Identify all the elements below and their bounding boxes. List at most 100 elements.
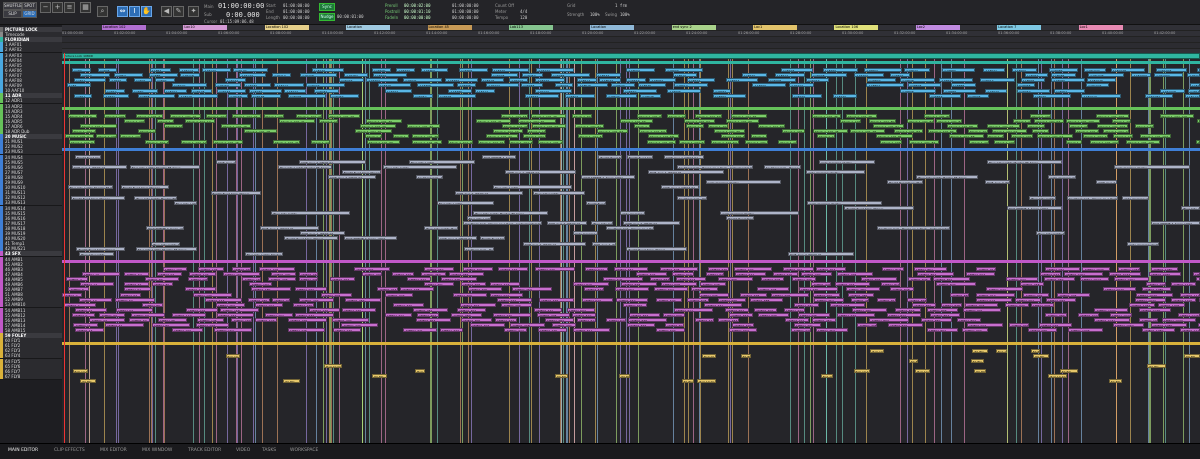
- audio-clip[interactable]: Stack 1_A01_41: [478, 140, 506, 144]
- audio-clip[interactable]: Stack 1_A01_8: [145, 140, 169, 144]
- audio-clip[interactable]: AMB01-13: [75, 328, 104, 332]
- audio-clip[interactable]: AMB01-977: [1040, 272, 1061, 276]
- audio-clip[interactable]: AMB01-867: [930, 313, 960, 317]
- audio-clip[interactable]: Bright Eyed Slow (Piano): [626, 247, 687, 251]
- audio-clip[interactable]: AMB01-865: [927, 308, 957, 312]
- audio-clip[interactable]: AMB01-1051: [1114, 277, 1149, 281]
- audio-clip[interactable]: AMB01-587: [650, 277, 670, 281]
- audio-clip[interactable]: AAF842: [904, 68, 930, 72]
- audio-clip[interactable]: FX BD: [1184, 354, 1200, 358]
- audio-clip[interactable]: AMB01-1115: [1178, 313, 1200, 317]
- audio-clip[interactable]: AMB01-1089: [1151, 267, 1177, 271]
- nudge-button[interactable]: Nudge: [319, 13, 335, 21]
- audio-clip[interactable]: AMB01-995: [1057, 293, 1090, 297]
- audio-clip[interactable]: AAF1024: [1086, 83, 1109, 87]
- audio-clip[interactable]: AAF9: [72, 68, 91, 72]
- audio-clip[interactable]: FX BD: [1060, 369, 1078, 373]
- audio-clip[interactable]: Stack 1_A01_29: [360, 124, 396, 128]
- audio-clip[interactable]: AAF350: [413, 94, 433, 98]
- audio-clip[interactable]: AAF424: [486, 83, 518, 87]
- audio-clip[interactable]: AMB01-353: [416, 318, 451, 322]
- audio-clip[interactable]: AMB01-37: [99, 313, 124, 317]
- audio-clip[interactable]: AMB01-519: [582, 298, 613, 302]
- audio-clip[interactable]: AMB01-122: [185, 287, 216, 291]
- audio-clip[interactable]: AMB01-399: [461, 318, 492, 322]
- audio-clip[interactable]: AAF905: [967, 94, 989, 98]
- audio-clip[interactable]: Stack 1_A01_62: [684, 119, 715, 123]
- audio-clip[interactable]: Stack 1_A01_92: [987, 124, 1020, 128]
- audio-clip[interactable]: Blue City Lights Murder 85 Spice: [424, 226, 458, 230]
- audio-clip[interactable]: AMB01-851: [914, 267, 947, 271]
- audio-clip[interactable]: Stack 1_A01_97: [1037, 134, 1073, 138]
- audio-clip[interactable]: Stack 1_A01_10: [164, 124, 183, 128]
- audio-clip[interactable]: AMB01-377: [440, 328, 463, 332]
- audio-clip[interactable]: Blue City Lights: [79, 252, 114, 256]
- audio-clip[interactable]: AMB01-565: [628, 318, 667, 322]
- audio-clip[interactable]: AMB01-225: [288, 328, 326, 332]
- audio-clip[interactable]: AMB01-1086: [1149, 272, 1181, 276]
- audio-clip[interactable]: FX BD: [971, 359, 984, 363]
- audio-clip[interactable]: AAF71: [134, 78, 152, 82]
- audio-clip[interactable]: AMB01-300: [362, 272, 381, 276]
- audio-clip[interactable]: AMB01-338: [400, 287, 434, 291]
- audio-clip[interactable]: AAF11: [74, 78, 107, 82]
- audio-clip[interactable]: AMB01-901: [963, 308, 1001, 312]
- audio-clip[interactable]: Stack 1_A01_86: [924, 114, 949, 118]
- audio-clip[interactable]: AAF578: [640, 94, 661, 98]
- audio-clip[interactable]: Stack 1_A01_84: [909, 140, 938, 144]
- audio-clip[interactable]: AAF770: [833, 94, 857, 98]
- tab-tasks[interactable]: TASKS: [262, 448, 276, 453]
- audio-clip[interactable]: AMB01-958: [1020, 282, 1043, 286]
- audio-clip[interactable]: AAF109: [172, 83, 208, 87]
- audio-clip[interactable]: Stack 1_A01_26: [328, 114, 360, 118]
- tempo-label[interactable]: Tempo: [495, 15, 508, 20]
- audio-clip[interactable]: AMB01-394: [457, 308, 486, 312]
- audio-clip[interactable]: Stack 1_A01_62: [686, 124, 704, 128]
- audio-clip[interactable]: AMB01-126: [188, 277, 207, 281]
- audio-clip[interactable]: Stack 1_A01_63: [695, 114, 722, 118]
- audio-clip[interactable]: Stack 1_A01_88: [947, 124, 978, 128]
- audio-clip[interactable]: AMB01-246: [309, 308, 340, 312]
- audio-clip[interactable]: Stack 1_A01_102: [1083, 134, 1108, 138]
- audio-clip[interactable]: AMB01-594: [656, 298, 682, 302]
- audio-clip[interactable]: AMB01-561: [623, 303, 646, 307]
- nudge-value[interactable]: 00:00:01:00: [337, 14, 364, 19]
- audio-clip[interactable]: AAF386: [448, 89, 471, 93]
- audio-clip[interactable]: AMB01-323: [385, 293, 413, 297]
- audio-clip[interactable]: AMB01-750: [812, 318, 835, 322]
- audio-clip[interactable]: AAF954: [1017, 89, 1050, 93]
- audio-clip[interactable]: AAF603: [665, 68, 703, 72]
- audio-clip[interactable]: AMB01-544: [606, 318, 625, 322]
- zoom-in-icon[interactable]: +: [52, 2, 63, 13]
- audio-clip[interactable]: Blue City Lights Murder 85 Spice: [136, 247, 198, 251]
- audio-clip[interactable]: AMB01-1056: [1118, 267, 1140, 271]
- audio-clip[interactable]: AMB01-378: [441, 277, 477, 281]
- audio-clip[interactable]: Stack 1_A01_9: [157, 119, 173, 123]
- location-marker[interactable]: Location 102: [265, 25, 309, 30]
- audio-clip[interactable]: AMB01-795: [857, 323, 877, 327]
- audio-clip[interactable]: AMB01-2: [64, 303, 96, 307]
- audio-clip[interactable]: DGP THEME 4_Swan_V001: [581, 175, 634, 179]
- audio-clip[interactable]: AMB01-187: [249, 282, 272, 286]
- audio-clip[interactable]: Stack 1_A01_3: [96, 134, 116, 138]
- audio-clip[interactable]: AAF69: [132, 89, 158, 93]
- audio-clip[interactable]: Stack 1_A01_86: [928, 129, 957, 133]
- audio-clip[interactable]: AAF605: [667, 89, 701, 93]
- audio-clip[interactable]: FX BD: [1033, 354, 1049, 358]
- audio-clip[interactable]: AMB01-476: [539, 298, 574, 302]
- audio-clip[interactable]: AMB01-279: [342, 308, 376, 312]
- audio-clip[interactable]: AMB01-845: [907, 298, 927, 302]
- audio-clip[interactable]: Stack 1_A01_4: [104, 114, 126, 118]
- audio-clip[interactable]: Stack 1_A01_57: [639, 129, 667, 133]
- audio-clip[interactable]: Stack 1_A01_75: [817, 134, 835, 138]
- audio-clip[interactable]: FX BD: [555, 374, 568, 378]
- audio-clip[interactable]: Stack 1_A01_20: [264, 114, 285, 118]
- audio-clip[interactable]: AMB01-641: [704, 303, 742, 307]
- audio-clip[interactable]: AMB01-192: [255, 303, 283, 307]
- audio-clip[interactable]: AAF502: [565, 94, 596, 98]
- audio-clip[interactable]: AAF880: [942, 68, 974, 72]
- audio-clip[interactable]: FX BD: [974, 369, 986, 373]
- track-header[interactable]: 67 FLY8: [0, 374, 62, 380]
- audio-clip[interactable]: AMB01-475: [538, 328, 567, 332]
- audio-clip[interactable]: AMB01-632: [695, 318, 714, 322]
